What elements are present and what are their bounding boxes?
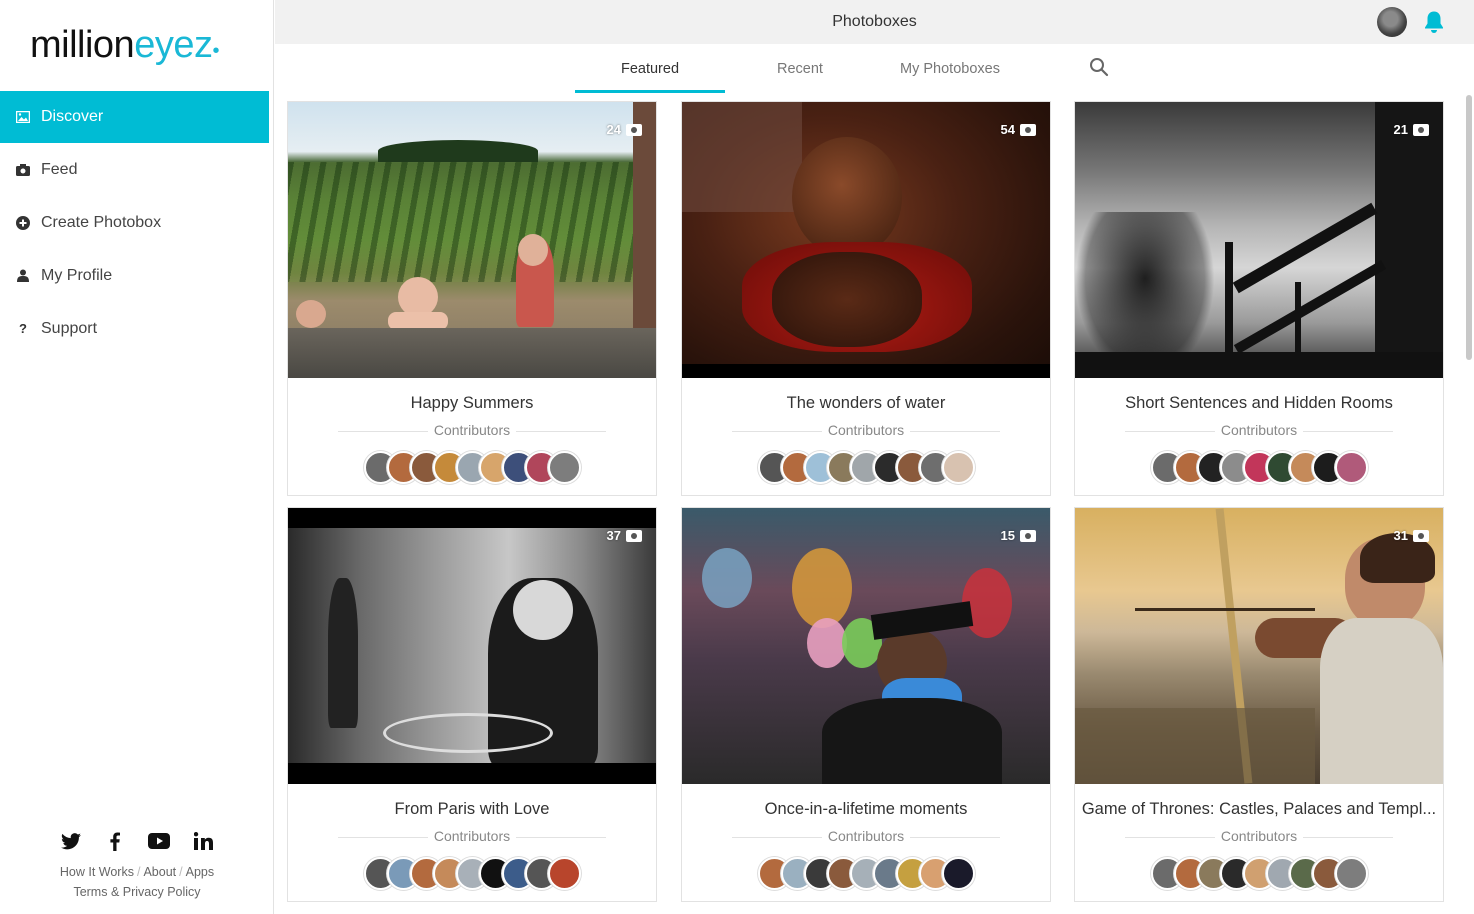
user-avatar[interactable] — [1377, 7, 1407, 37]
photo-count-value: 15 — [1000, 528, 1015, 543]
photo-count-value: 24 — [606, 122, 621, 137]
youtube-icon[interactable] — [148, 830, 170, 852]
photobox-title: Once-in-a-lifetime moments — [764, 800, 968, 818]
photobox-title: From Paris with Love — [394, 800, 550, 818]
tab-recent[interactable]: Recent — [725, 44, 875, 93]
photobox-title: Happy Summers — [410, 394, 534, 412]
photo-count: 15 — [1001, 528, 1036, 543]
footer-links: How It Works / About / Apps Terms & Privacy … — [59, 865, 215, 899]
user-icon — [16, 269, 30, 283]
image-icon — [16, 110, 30, 124]
scrollbar[interactable] — [1466, 95, 1472, 360]
photobox-card[interactable]: 15 Once-in-a-lifetime moments Contributo… — [681, 507, 1051, 902]
how-it-works-link[interactable]: How It Works — [60, 865, 134, 879]
photobox-title: Game of Thrones: Castles, Palaces and Te… — [1081, 800, 1437, 818]
photobox-cover-photo — [288, 102, 656, 378]
contributors-label: Contributors — [732, 828, 1000, 844]
tab-my-photoboxes[interactable]: My Photoboxes — [875, 44, 1025, 93]
camera-icon — [626, 529, 642, 542]
sidebar-nav: Discover Feed Create Photobox My Profile… — [0, 91, 269, 355]
contributor-avatars — [288, 451, 656, 484]
photobox-cover-photo — [682, 102, 1050, 378]
contributors-label: Contributors — [1125, 422, 1393, 438]
contributor-avatar[interactable] — [1334, 451, 1368, 484]
contributor-avatar[interactable] — [547, 451, 581, 484]
photo-count: 24 — [607, 122, 642, 137]
contributor-avatars — [1075, 857, 1443, 890]
photo-count-value: 31 — [1393, 528, 1408, 543]
photobox-title: The wonders of water — [786, 394, 946, 412]
linkedin-icon[interactable] — [192, 830, 214, 852]
camera-icon — [626, 123, 642, 136]
photo-count-value: 37 — [606, 528, 621, 543]
logo-text-2: eyez — [134, 24, 213, 66]
contributor-avatar[interactable] — [547, 857, 581, 890]
contributor-avatar[interactable] — [941, 451, 975, 484]
photobox-cover-photo — [682, 508, 1050, 784]
sidebar: millioneyez• Discover Feed Create Photob… — [0, 0, 274, 914]
social-links — [0, 830, 274, 852]
contributor-avatar[interactable] — [941, 857, 975, 890]
search-icon[interactable] — [1089, 57, 1109, 77]
sidebar-item-label: My Profile — [41, 266, 113, 284]
photo-count-value: 21 — [1393, 122, 1408, 137]
millioneyez-logo[interactable]: millioneyez• — [30, 24, 219, 67]
terms-link[interactable]: Terms & Privacy Policy — [73, 885, 200, 899]
tab-featured[interactable]: Featured — [575, 44, 725, 93]
question-icon: ? — [19, 321, 27, 336]
plus-circle-icon — [16, 215, 30, 230]
about-link[interactable]: About — [143, 865, 176, 879]
contributor-avatars — [1075, 451, 1443, 484]
sidebar-item-discover[interactable]: Discover — [0, 91, 269, 143]
photobox-card[interactable]: 37 From Paris with Love Contributors — [287, 507, 657, 902]
photobox-card[interactable]: 24 Happy Summers Contributors — [287, 101, 657, 496]
bell-icon[interactable] — [1423, 10, 1445, 34]
contributors-label: Contributors — [338, 422, 606, 438]
contributors-label: Contributors — [732, 422, 1000, 438]
sidebar-item-label: Feed — [41, 160, 78, 178]
photobox-card[interactable]: 21 Short Sentences and Hidden Rooms Cont… — [1074, 101, 1444, 496]
sidebar-item-create-photobox[interactable]: Create Photobox — [0, 196, 269, 249]
photobox-card[interactable]: 54 The wonders of water Contributors — [681, 101, 1051, 496]
facebook-icon[interactable] — [104, 830, 126, 852]
camera-icon — [1413, 123, 1429, 136]
photo-count: 31 — [1394, 528, 1429, 543]
sidebar-item-label: Create Photobox — [41, 213, 162, 231]
photobox-cover-photo — [1075, 102, 1443, 378]
contributor-avatars — [682, 451, 1050, 484]
contributor-avatar[interactable] — [1334, 857, 1368, 890]
photobox-card[interactable]: 31 Game of Thrones: Castles, Palaces and… — [1074, 507, 1444, 902]
logo-text-1: million — [30, 24, 135, 66]
photobox-cover-photo — [1075, 508, 1443, 784]
photobox-title: Short Sentences and Hidden Rooms — [1125, 394, 1393, 412]
photobox-cover-photo — [288, 508, 656, 784]
apps-link[interactable]: Apps — [186, 865, 215, 879]
sidebar-item-label: Support — [41, 319, 98, 337]
sidebar-item-label: Discover — [41, 108, 104, 125]
contributors-label: Contributors — [338, 828, 606, 844]
photo-count: 37 — [607, 528, 642, 543]
camera-icon — [1020, 123, 1036, 136]
page-title: Photoboxes — [832, 13, 917, 30]
camera-icon — [16, 163, 30, 177]
sidebar-item-my-profile[interactable]: My Profile — [0, 249, 269, 302]
camera-icon — [1020, 529, 1036, 542]
photo-count: 54 — [1001, 122, 1036, 137]
sidebar-item-support[interactable]: ? Support — [0, 302, 269, 355]
photobox-tabs: Featured Recent My Photoboxes — [275, 44, 1474, 94]
contributor-avatars — [288, 857, 656, 890]
photo-count: 21 — [1394, 122, 1429, 137]
twitter-icon[interactable] — [60, 830, 82, 852]
top-bar: Photoboxes — [275, 0, 1474, 44]
contributors-label: Contributors — [1125, 828, 1393, 844]
sidebar-item-feed[interactable]: Feed — [0, 143, 269, 196]
photo-count-value: 54 — [1000, 122, 1015, 137]
contributor-avatars — [682, 857, 1050, 890]
camera-icon — [1413, 529, 1429, 542]
